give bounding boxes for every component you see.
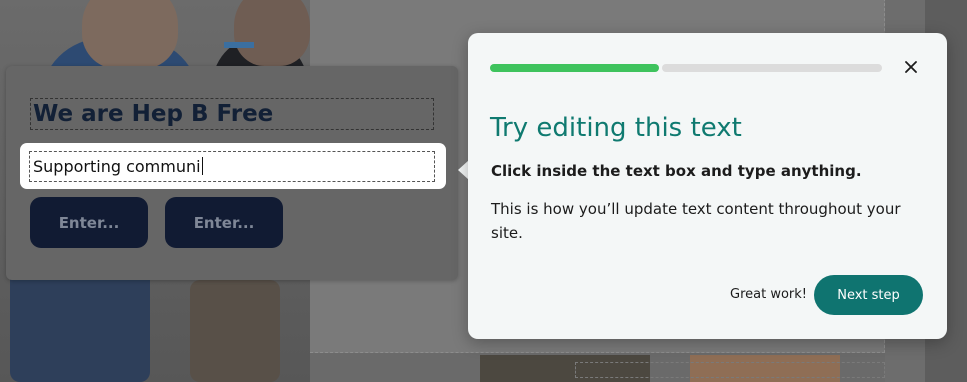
progress-fill xyxy=(490,64,659,72)
text-caret xyxy=(201,157,203,175)
feedback-text: Great work! xyxy=(730,287,807,302)
person-1-head xyxy=(82,0,178,70)
progress-track xyxy=(662,64,882,72)
hero-headline[interactable]: We are Hep B Free xyxy=(30,98,434,130)
next-step-button[interactable]: Next step xyxy=(814,275,923,315)
tour-title: Try editing this text xyxy=(490,113,742,143)
person-2-legs xyxy=(190,280,280,382)
person-2-head xyxy=(234,0,310,66)
tour-subtitle: Click inside the text box and type anyth… xyxy=(491,162,862,180)
tour-progress-bar xyxy=(490,64,882,72)
enter-button-1[interactable]: Enter... xyxy=(30,197,148,248)
person-1-legs xyxy=(10,270,150,382)
hero-text-value: Supporting communi xyxy=(33,157,201,176)
close-icon xyxy=(905,60,917,78)
enter-button-2[interactable]: Enter... xyxy=(165,197,283,248)
hero-text-input[interactable]: Supporting communi xyxy=(29,151,435,182)
bottom-dashed-box xyxy=(575,362,885,378)
photo-detail xyxy=(224,42,254,48)
tour-body: This is how you’ll update text content t… xyxy=(491,200,901,242)
close-button[interactable] xyxy=(899,57,923,81)
